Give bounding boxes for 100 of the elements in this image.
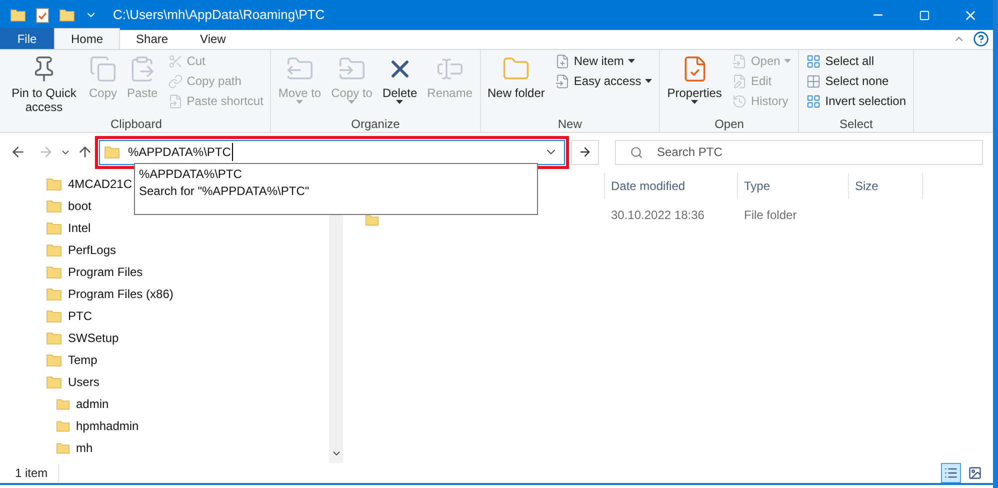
image-icon [968, 466, 982, 480]
group-label: Organize [350, 116, 401, 132]
folder-name: PerfLogs [68, 242, 116, 259]
file-row[interactable]: 30.10.2022 18:36 File folder [343, 204, 993, 226]
column-header[interactable]: Size [848, 173, 923, 199]
nav-item[interactable]: Program Files (x86) [0, 283, 174, 305]
ribbon-tab[interactable]: Home [54, 28, 120, 49]
folder-name: mh [76, 440, 93, 457]
details-view-button[interactable] [941, 463, 961, 483]
button-label: Open [750, 53, 780, 70]
ribbon-button[interactable]: Delete [378, 50, 422, 104]
cut-icon [168, 54, 183, 68]
ribbon-button[interactable]: Properties [663, 50, 726, 104]
folder-icon [46, 176, 62, 192]
arrow-icon [578, 145, 592, 159]
suggestion-item[interactable]: Search for "%APPDATA%\PTC" [139, 182, 537, 199]
up-icon[interactable] [77, 144, 93, 160]
folder-icon [46, 352, 62, 368]
ribbon-button[interactable]: Select none [806, 71, 906, 91]
nav-item[interactable]: Temp [0, 349, 98, 371]
address-text: %APPDATA%\PTC [128, 143, 233, 161]
search-icon [630, 146, 643, 158]
button-label: Delete [382, 86, 418, 100]
button-label: Properties [667, 86, 722, 100]
nav-item[interactable]: boot [0, 195, 92, 217]
ribbon-tab[interactable]: Share [120, 28, 184, 49]
ribbon-button[interactable]: Easy access [554, 71, 652, 91]
button-label: Invert selection [825, 93, 906, 110]
nav-item[interactable]: 4MCAD21C [0, 173, 132, 195]
search-field[interactable]: Search PTC [615, 140, 983, 164]
folder-icon [46, 330, 62, 346]
folder-icon [46, 374, 62, 390]
back-icon[interactable] [10, 144, 26, 160]
folder-name: Program Files [68, 264, 143, 281]
folder-name: PTC [68, 308, 92, 325]
ribbon-button[interactable]: Invert selection [806, 91, 906, 111]
copy-icon [89, 55, 117, 83]
button-label: Copy to [331, 86, 372, 100]
folder-icon [10, 7, 26, 23]
column-header[interactable]: Date modified [604, 173, 737, 199]
search-input[interactable]: Search PTC [657, 143, 982, 161]
folder-name: admin [76, 396, 109, 413]
folder-icon [46, 286, 62, 302]
nav-item[interactable]: Intel [0, 217, 91, 239]
window-title: C:\Users\mh\AppData\Roaming\PTC [113, 6, 325, 24]
ribbon-tab[interactable]: View [184, 28, 242, 49]
folder-name: 4MCAD21C [68, 176, 132, 193]
suggestion-item[interactable]: %APPDATA%\PTC [139, 165, 537, 182]
button-label: Cut [186, 53, 206, 70]
list-icon [944, 466, 958, 480]
button-label: Paste [127, 86, 158, 100]
group-label: New [556, 116, 583, 132]
help-icon[interactable] [973, 31, 989, 47]
nav-item[interactable]: Users [0, 371, 100, 393]
go-button[interactable] [571, 140, 599, 164]
button-label: Rename [427, 86, 473, 100]
history-icon [732, 94, 747, 108]
ribbon-button[interactable]: New item [554, 51, 652, 71]
file-tab[interactable]: File [0, 28, 54, 49]
folder-icon [46, 264, 62, 280]
folder-icon [46, 308, 62, 324]
nav-item[interactable]: hpmhadmin [0, 415, 139, 437]
properties-icon[interactable] [36, 8, 49, 22]
folder-name: Intel [68, 220, 91, 237]
group-label: Open [714, 116, 745, 132]
nav-item[interactable]: PerfLogs [0, 239, 116, 261]
button-label: Paste shortcut [186, 93, 264, 110]
item-count: 1 item [0, 464, 59, 482]
folder-icon [104, 144, 120, 160]
folder-icon [59, 7, 75, 23]
folder-name: Program Files (x86) [68, 286, 174, 303]
folder-icon [46, 242, 62, 258]
button-label: Pin to Quick access [10, 86, 78, 114]
ribbon-button[interactable]: Select all [806, 51, 906, 71]
nav-item[interactable]: SWSetup [0, 327, 119, 349]
column-header[interactable]: Type [737, 173, 848, 199]
ribbon-button[interactable]: New folder [484, 50, 549, 100]
folder-icon [46, 220, 62, 236]
folder-name: Users [68, 374, 100, 391]
nav-item[interactable]: Program Files [0, 261, 143, 283]
button-label: Copy path [186, 73, 242, 90]
folder-name: hpmhadmin [76, 418, 139, 435]
button-label: Edit [750, 73, 772, 90]
folder-icon [46, 198, 62, 214]
button-label: New folder [488, 86, 545, 100]
nav-item[interactable]: mh [0, 437, 93, 459]
group-label: Select [838, 116, 874, 132]
folder-name: Temp [68, 352, 98, 369]
button-label: Move to [278, 86, 322, 100]
button-label: Easy access [574, 73, 642, 90]
nav-item[interactable]: admin [0, 393, 109, 415]
file-type: File folder [743, 207, 797, 224]
folder-name: SWSetup [68, 330, 119, 347]
button-label: Select none [825, 73, 889, 90]
folder-name: boot [68, 198, 92, 215]
ribbon-button[interactable]: Pin to Quick access [5, 50, 83, 114]
button-label: New item [574, 53, 624, 70]
nav-item[interactable]: PTC [0, 305, 92, 327]
group-label: Clipboard [110, 116, 163, 132]
button-label: Copy [89, 86, 118, 100]
